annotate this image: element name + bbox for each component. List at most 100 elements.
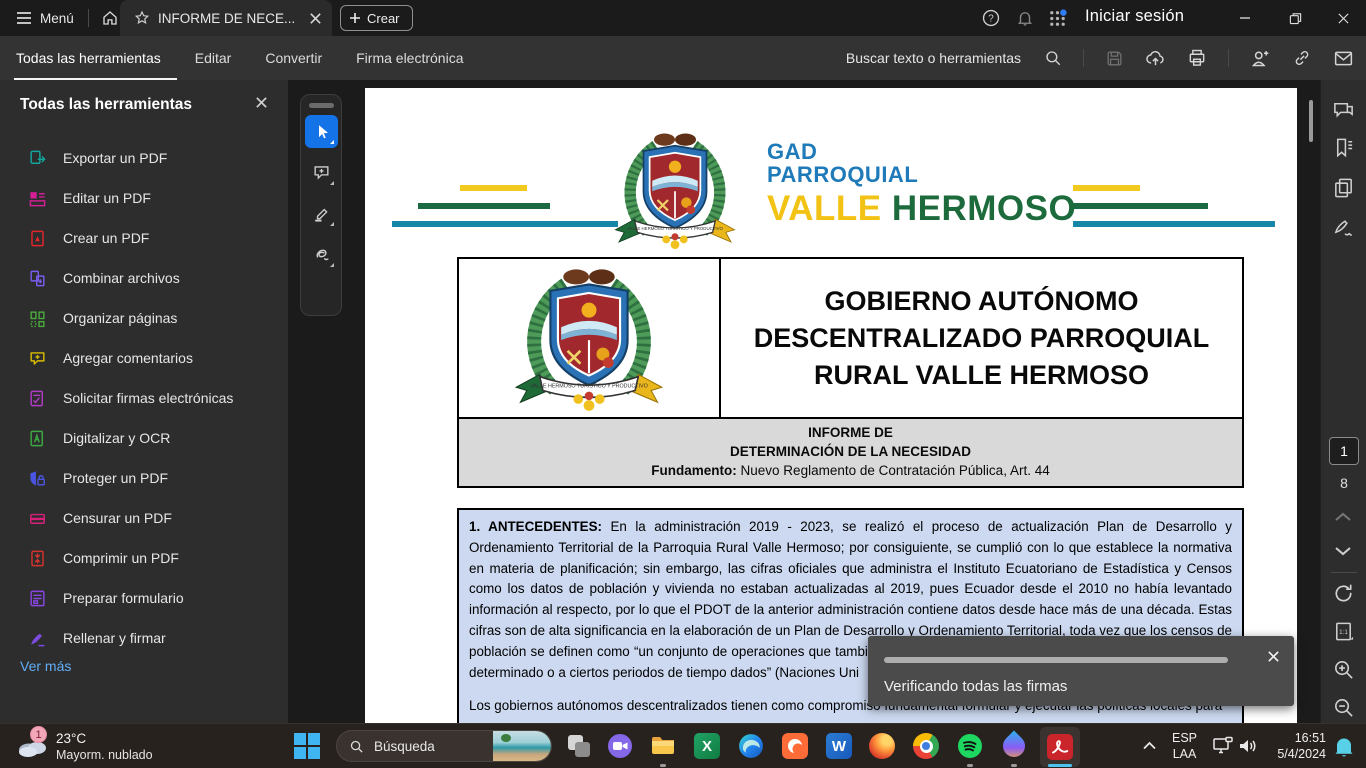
lang-line1: ESP: [1172, 730, 1197, 746]
notifications-bell-icon[interactable]: [1016, 9, 1034, 27]
tool-item-protect-pdf[interactable]: Proteger un PDF: [0, 458, 288, 498]
page-number-input[interactable]: 1: [1329, 437, 1359, 465]
tool-item-redact-pdf[interactable]: Censurar un PDF: [0, 498, 288, 538]
right-tools-rail: 1 8 1:1: [1320, 80, 1366, 723]
tool-item-export-pdf[interactable]: Exportar un PDF: [0, 138, 288, 178]
search-highlight-image: [493, 731, 551, 761]
tool-item-compress-pdf[interactable]: Comprimir un PDF: [0, 538, 288, 578]
drag-handle[interactable]: [309, 103, 334, 108]
excel-icon[interactable]: X: [694, 733, 720, 759]
task-view-button[interactable]: [566, 733, 592, 759]
highlight-tool-button[interactable]: [305, 197, 338, 230]
document-tab[interactable]: INFORME DE NECE...: [120, 0, 332, 36]
postman-icon[interactable]: [782, 733, 808, 759]
clock-widget[interactable]: 16:51 5/4/2024: [1262, 730, 1326, 762]
upload-cloud-icon[interactable]: [1145, 48, 1166, 69]
spotify-icon[interactable]: [957, 733, 983, 759]
word-icon[interactable]: W: [826, 733, 852, 759]
create-button[interactable]: Crear: [340, 5, 413, 31]
meet-camera-app-icon[interactable]: [607, 733, 633, 759]
home-icon[interactable]: [101, 9, 119, 27]
tool-item-create-pdf[interactable]: Crear un PDF: [0, 218, 288, 258]
tray-chevron-icon[interactable]: [1142, 740, 1157, 751]
tool-item-request-signatures[interactable]: Solicitar firmas electrónicas: [0, 378, 288, 418]
draw-tool-button[interactable]: [305, 238, 338, 271]
hamburger-menu-icon[interactable]: [16, 11, 32, 25]
sign-in-button[interactable]: Iniciar sesión: [1085, 7, 1184, 26]
fit-page-icon[interactable]: 1:1: [1332, 620, 1355, 643]
combine-files-icon: [28, 269, 47, 288]
search-icon: [349, 739, 364, 754]
menu-button[interactable]: Menú: [40, 11, 74, 26]
bookmarks-panel-icon[interactable]: [1332, 136, 1355, 159]
zoom-out-icon[interactable]: [1332, 696, 1355, 719]
zoom-in-icon[interactable]: [1332, 658, 1355, 681]
running-indicator: [967, 764, 973, 767]
tab-convert[interactable]: Convertir: [265, 36, 322, 80]
restore-button[interactable]: [1272, 0, 1318, 36]
tab-edit[interactable]: Editar: [195, 36, 232, 80]
panel-close-icon[interactable]: [255, 96, 268, 109]
rotate-page-icon[interactable]: [1332, 582, 1355, 605]
apps-grid-icon[interactable]: [1048, 9, 1067, 28]
document-viewport[interactable]: GAD PARROQUIAL VALLE HERMOSO GOBIERNO AU…: [288, 80, 1320, 723]
tool-item-fill-sign[interactable]: Rellenar y firmar: [0, 618, 288, 658]
taskbar-search[interactable]: Búsqueda: [336, 730, 552, 762]
chrome-icon[interactable]: [913, 733, 939, 759]
search-icon[interactable]: [1044, 49, 1062, 67]
toast-close-icon[interactable]: [1267, 650, 1280, 663]
signatures-panel-icon[interactable]: [1332, 216, 1355, 239]
paint-drop-app-icon[interactable]: [1001, 733, 1027, 759]
tab-esign[interactable]: Firma electrónica: [356, 36, 463, 80]
tool-item-scan-ocr[interactable]: Digitalizar y OCR: [0, 418, 288, 458]
tab-close-icon[interactable]: [309, 12, 322, 25]
add-comment-tool-button[interactable]: [305, 156, 338, 189]
email-icon[interactable]: [1333, 48, 1354, 69]
excel-letter: X: [702, 738, 712, 755]
previous-page-icon[interactable]: [1332, 510, 1354, 524]
tab-all-tools[interactable]: Todas las herramientas: [16, 36, 161, 80]
see-more-link[interactable]: Ver más: [20, 658, 71, 674]
table-crest-cell: [459, 259, 721, 417]
notification-bell-icon[interactable]: [1334, 736, 1354, 757]
acrobat-window: VALLE HERMOSO TURÍSTICO Y PRODUCTIVO Men…: [0, 0, 1366, 768]
tool-item-add-comments[interactable]: Agregar comentarios: [0, 338, 288, 378]
tool-item-combine-files[interactable]: Combinar archivos: [0, 258, 288, 298]
plus-icon: [349, 12, 361, 24]
file-explorer-icon[interactable]: [650, 733, 676, 759]
star-icon[interactable]: [134, 10, 150, 26]
pdf-page[interactable]: GAD PARROQUIAL VALLE HERMOSO GOBIERNO AU…: [365, 88, 1297, 723]
start-button[interactable]: [294, 733, 320, 759]
search-field[interactable]: Buscar texto o herramientas: [846, 50, 1021, 66]
decor-line: [392, 221, 618, 227]
page-thumbnails-icon[interactable]: [1332, 176, 1355, 199]
help-icon[interactable]: ?: [982, 9, 1000, 27]
lang-line2: LAA: [1172, 746, 1197, 762]
display-cast-icon[interactable]: [1212, 736, 1234, 756]
acrobat-active-tile[interactable]: [1040, 727, 1080, 767]
select-tool-button[interactable]: [305, 115, 338, 148]
volume-icon[interactable]: [1238, 737, 1258, 755]
share-link-icon[interactable]: [1292, 48, 1312, 68]
edge-browser-icon[interactable]: [738, 733, 764, 759]
add-user-icon[interactable]: [1250, 48, 1271, 69]
minimize-button[interactable]: [1222, 0, 1268, 36]
titlebar: Menú INFORME DE NECE... Crear ?: [0, 0, 1366, 36]
request-signatures-icon: [28, 389, 47, 408]
tool-item-prepare-form[interactable]: Preparar formulario: [0, 578, 288, 618]
close-window-button[interactable]: [1320, 0, 1366, 36]
info-fundamento: Fundamento: Nuevo Reglamento de Contrata…: [459, 461, 1242, 480]
print-icon[interactable]: [1187, 48, 1207, 68]
firefox-icon[interactable]: [869, 733, 895, 759]
next-page-icon[interactable]: [1332, 544, 1354, 558]
gad-label: GAD: [767, 140, 1076, 163]
language-indicator[interactable]: ESP LAA: [1172, 730, 1197, 762]
comments-panel-icon[interactable]: [1332, 98, 1355, 121]
vertical-scrollbar[interactable]: [1309, 100, 1313, 142]
gad-wordmark: GAD PARROQUIAL VALLE HERMOSO: [767, 140, 1076, 229]
acrobat-icon: [1047, 734, 1073, 760]
info-line: INFORME DE: [459, 423, 1242, 442]
save-icon[interactable]: [1105, 49, 1124, 68]
tool-item-edit-pdf[interactable]: Editar un PDF: [0, 178, 288, 218]
tool-item-organize-pages[interactable]: Organizar páginas: [0, 298, 288, 338]
